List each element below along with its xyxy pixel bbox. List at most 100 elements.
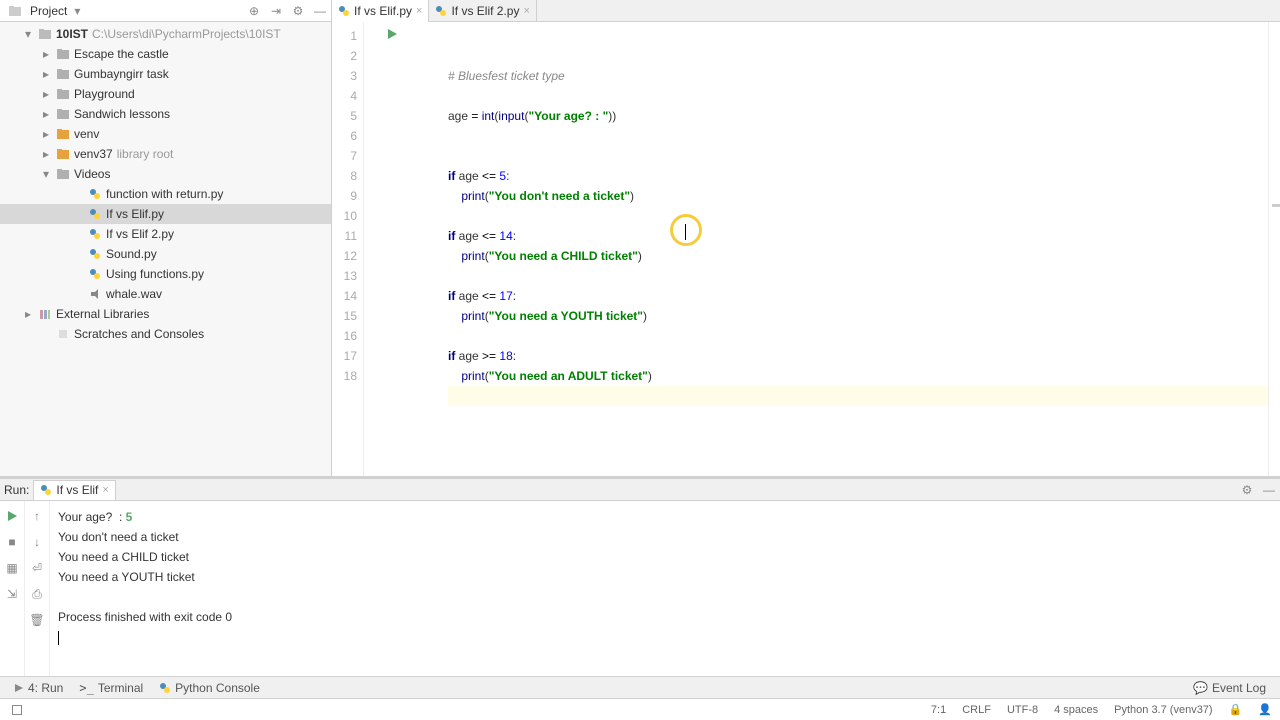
code-line[interactable]: print("You need a CHILD ticket") [448,246,1268,266]
tree-item[interactable]: whale.wav [0,284,331,304]
chevron-right-icon[interactable]: ▸ [40,128,52,140]
tree-item-label: venv [74,127,99,141]
code-line[interactable]: if age <= 14: [448,226,1268,246]
inspections-icon[interactable]: 👤 [1258,703,1272,716]
tree-item[interactable]: If vs Elif.py [0,204,331,224]
tree-item-label: Videos [74,167,110,181]
chevron-right-icon[interactable]: ▸ [40,148,52,160]
status-indicator-icon[interactable] [12,705,22,715]
chevron-down-icon[interactable]: ▾ [71,5,83,17]
run-icon[interactable] [5,509,19,523]
code-line[interactable]: if age >= 18: [448,346,1268,366]
indent[interactable]: 4 spaces [1054,704,1098,716]
terminal-button[interactable]: >_ Terminal [71,678,151,698]
code-line[interactable] [448,126,1268,146]
collapse-icon[interactable]: ⇥ [269,4,283,18]
tree-root[interactable]: ▾ 10IST C:\Users\di\PycharmProjects\10IS… [0,24,331,44]
code-line[interactable]: print("You need a YOUTH ticket") [448,306,1268,326]
line-separator[interactable]: CRLF [962,704,991,716]
python-icon [159,682,171,694]
chevron-right-icon[interactable]: ▸ [40,108,52,120]
gear-icon[interactable]: ⚙ [1240,483,1254,497]
code-line[interactable] [448,206,1268,226]
print-icon[interactable]: ⎙ [30,587,44,601]
trash-icon[interactable]: 🗑 [30,613,44,627]
chevron-right-icon[interactable] [72,208,84,220]
tree-item[interactable]: ▸ venv [0,124,331,144]
tree-item[interactable]: If vs Elif 2.py [0,224,331,244]
python-console-button[interactable]: Python Console [151,678,268,698]
up-icon[interactable]: ↑ [30,509,44,523]
text-cursor [685,224,686,240]
gear-icon[interactable]: ⚙ [291,4,305,18]
code-line[interactable]: # Bluesfest ticket type [448,66,1268,86]
interpreter[interactable]: Python 3.7 (venv37) [1114,704,1212,716]
output-line: You don't need a ticket [58,527,1272,547]
chevron-right-icon[interactable] [72,268,84,280]
tree-item[interactable]: ▸Sandwich lessons [0,104,331,124]
code-editor[interactable]: # Bluesfest ticket type age = int(input(… [420,22,1268,476]
folder-icon [55,106,71,122]
minimap[interactable] [1268,22,1280,476]
hide-icon[interactable]: — [313,4,327,18]
chevron-right-icon[interactable]: ▸ [40,48,52,60]
tree-item-label: Playground [74,87,135,101]
tree-item-label: Gumbayngirr task [74,67,169,81]
code-line[interactable] [448,406,1268,426]
exit-icon[interactable]: ⇲ [5,587,19,601]
wrap-icon[interactable]: ⏎ [30,561,44,575]
code-line[interactable] [448,266,1268,286]
hide-icon[interactable]: — [1262,483,1276,497]
code-line[interactable] [448,326,1268,346]
encoding[interactable]: UTF-8 [1007,704,1038,716]
code-line[interactable] [448,386,1268,406]
tree-item[interactable]: Sound.py [0,244,331,264]
chevron-right-icon[interactable]: ▸ [22,308,34,320]
chevron-right-icon[interactable] [72,188,84,200]
tree-item[interactable]: function with return.py [0,184,331,204]
tree-item[interactable]: ▾ Videos [0,164,331,184]
lock-icon[interactable]: 🔒 [1229,703,1243,716]
close-icon[interactable]: × [416,5,422,17]
tree-item-label: Using functions.py [106,267,204,281]
stop-icon[interactable]: ■ [5,535,19,549]
tree-item[interactable]: ▸venv37library root [0,144,331,164]
code-line[interactable]: print("You need an ADULT ticket") [448,366,1268,386]
layout-icon[interactable]: ▦ [5,561,19,575]
tree-item[interactable]: ▸ Playground [0,84,331,104]
cursor-position[interactable]: 7:1 [931,704,946,716]
chevron-right-icon[interactable] [72,248,84,260]
tree-item[interactable]: Scratches and Consoles [0,324,331,344]
tree-item[interactable]: ▸ Gumbayngirr task [0,64,331,84]
chevron-right-icon[interactable]: ▸ [40,88,52,100]
tree-item[interactable]: ▸External Libraries [0,304,331,324]
event-log-button[interactable]: 💬 Event Log [1185,678,1274,698]
code-line[interactable]: if age <= 17: [448,286,1268,306]
close-icon[interactable]: × [523,5,529,17]
down-icon[interactable]: ↓ [30,535,44,549]
project-tree[interactable]: ▾ 10IST C:\Users\di\PycharmProjects\10IS… [0,22,331,476]
tree-item[interactable]: Using functions.py [0,264,331,284]
close-icon[interactable]: × [102,484,108,496]
run-tool-button[interactable]: 4: Run [6,678,71,698]
run-tab[interactable]: If vs Elif × [33,480,115,500]
run-output[interactable]: Your age? : 5You don't need a ticketYou … [50,501,1280,676]
code-line[interactable] [448,86,1268,106]
chevron-down-icon[interactable]: ▾ [40,168,52,180]
run-gutter-icon[interactable] [386,28,398,40]
editor-tab[interactable]: If vs Elif.py× [332,0,429,22]
run-toolbar: ■ ▦ ⇲ ↑ ↓ ⏎ ⎙ 🗑 [0,501,50,676]
chevron-down-icon[interactable]: ▾ [22,28,34,40]
code-line[interactable]: print("You don't need a ticket") [448,186,1268,206]
tree-item-label: Scratches and Consoles [74,327,204,341]
code-line[interactable]: if age <= 5: [448,166,1268,186]
chevron-right-icon[interactable] [72,288,84,300]
code-line[interactable] [448,146,1268,166]
editor-tab[interactable]: If vs Elif 2.py× [429,0,536,22]
code-line[interactable]: age = int(input("Your age? : ")) [448,106,1268,126]
chevron-right-icon[interactable]: ▸ [40,68,52,80]
target-icon[interactable]: ⊕ [247,4,261,18]
tree-item[interactable]: ▸Escape the castle [0,44,331,64]
chevron-right-icon[interactable] [40,328,52,340]
chevron-right-icon[interactable] [72,228,84,240]
